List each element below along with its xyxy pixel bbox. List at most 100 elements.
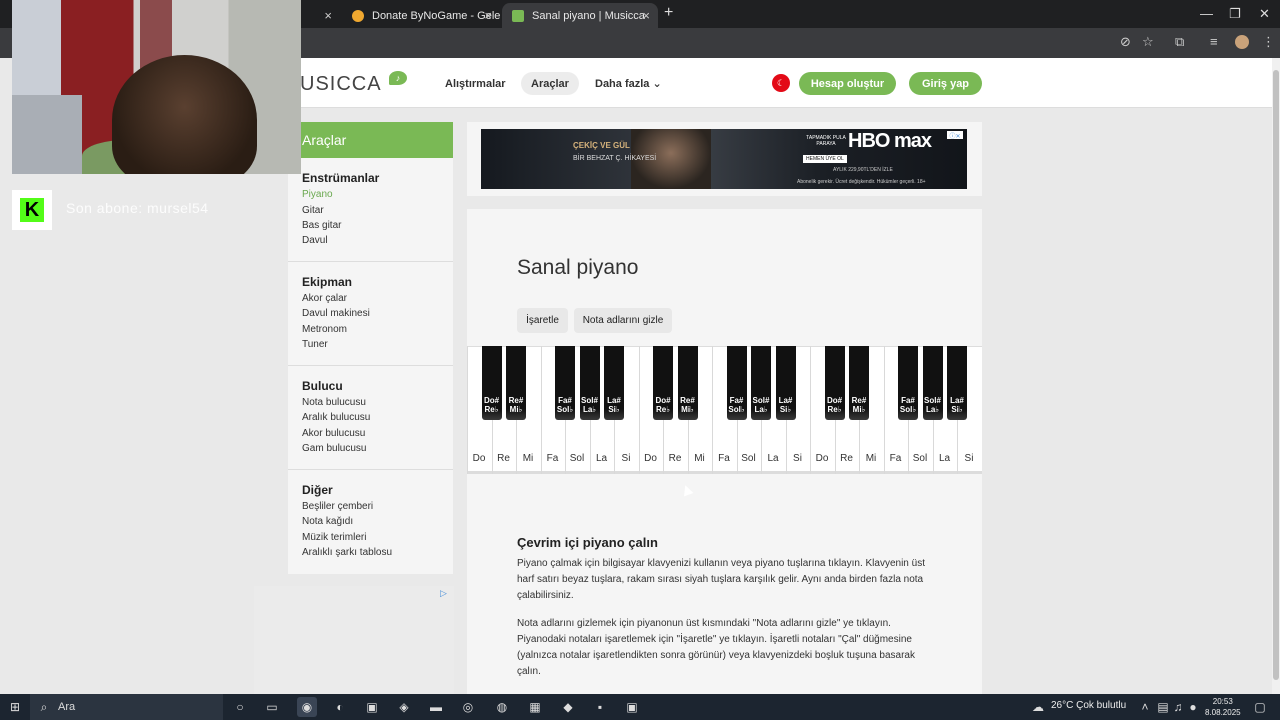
app-grid-icon[interactable]: ▦ bbox=[525, 697, 545, 717]
adchoices-icon[interactable]: ▷ bbox=[440, 588, 447, 599]
sidebar-item-bass[interactable]: Bas gitar bbox=[302, 220, 341, 231]
windows-start-icon[interactable]: ⊞ bbox=[5, 697, 25, 717]
sidebar-item-tuner[interactable]: Tuner bbox=[302, 339, 328, 350]
app-icon[interactable]: ◈ bbox=[394, 697, 414, 717]
sidebar-item-drums[interactable]: Davul bbox=[302, 235, 328, 246]
notifications-icon[interactable]: ▢ bbox=[1250, 697, 1270, 717]
black-key-label-flat: La♭ bbox=[582, 405, 597, 414]
more-menu-icon[interactable]: ⋮ bbox=[1262, 34, 1275, 50]
sidebar-item-interval-song-chart[interactable]: Aralıklı şarkı tablosu bbox=[302, 547, 392, 558]
browser-tab-hidden[interactable]: × bbox=[300, 3, 340, 28]
close-window-button[interactable]: ✕ bbox=[1259, 6, 1270, 22]
tab-title: Donate ByNoGame - Gelen/Gi bbox=[372, 9, 500, 22]
sidebar-item-staff-paper[interactable]: Nota kağıdı bbox=[302, 516, 353, 527]
black-key[interactable]: Sol# La♭ bbox=[922, 346, 943, 420]
ad-info-icon[interactable]: ⓘ✕ bbox=[947, 131, 963, 140]
black-key[interactable]: La# Si♭ bbox=[947, 346, 967, 420]
black-key-label-sharp: Fa# bbox=[729, 396, 744, 405]
nav-more[interactable]: Daha fazla ⌄ bbox=[585, 72, 672, 95]
login-button[interactable]: Giriş yap bbox=[909, 72, 982, 95]
sidebar-item-piano[interactable]: Piyano bbox=[302, 189, 333, 200]
file-explorer-icon[interactable]: ▬ bbox=[426, 697, 446, 717]
sidebar-item-chord-finder[interactable]: Akor bulucusu bbox=[302, 428, 365, 439]
app-icon[interactable]: ◆ bbox=[558, 697, 578, 717]
tab-close-icon[interactable]: × bbox=[642, 8, 650, 23]
taskbar-clock[interactable]: 20:53 8.08.2025 bbox=[1205, 696, 1241, 718]
white-key-label: La bbox=[938, 453, 951, 464]
black-key[interactable]: Do# Re♭ bbox=[824, 346, 845, 420]
sidebar-item-music-terms[interactable]: Müzik terimleri bbox=[302, 532, 366, 543]
sidebar-item-metronome[interactable]: Metronom bbox=[302, 324, 347, 335]
tab-close-icon[interactable]: × bbox=[324, 8, 332, 23]
latest-subscriber-label: Son abone: mursel54 bbox=[66, 200, 209, 216]
profile-avatar[interactable] bbox=[1235, 35, 1249, 49]
chrome-icon[interactable]: ◉ bbox=[297, 697, 317, 717]
sidebar-item-guitar[interactable]: Gitar bbox=[302, 205, 324, 216]
black-key[interactable]: Fa# Sol♭ bbox=[726, 346, 747, 420]
weather-cloud-icon[interactable]: ☁ bbox=[1028, 697, 1048, 717]
browser-tab-donate[interactable]: Donate ByNoGame - Gelen/Gi × bbox=[342, 3, 500, 28]
steam-icon[interactable]: ◎ bbox=[458, 697, 478, 717]
minimize-button[interactable]: — bbox=[1200, 6, 1213, 21]
left-ad-area bbox=[254, 586, 454, 694]
black-key[interactable]: Sol# La♭ bbox=[751, 346, 771, 420]
sidebar-item-drum-machine[interactable]: Davul makinesi bbox=[302, 308, 370, 319]
kick-logo: K bbox=[12, 190, 52, 230]
white-key-label: Sol bbox=[741, 453, 756, 464]
black-key[interactable]: Sol# La♭ bbox=[579, 346, 600, 420]
nav-exercises[interactable]: Alıştırmalar bbox=[435, 72, 516, 95]
white-key-label: La bbox=[767, 453, 779, 464]
sidebar-item-chord-player[interactable]: Akor çalar bbox=[302, 293, 347, 304]
hide-note-names-button[interactable]: Nota adlarını gizle bbox=[574, 308, 672, 333]
microphone-icon[interactable]: ● bbox=[1183, 697, 1203, 717]
black-key[interactable]: La# Si♭ bbox=[775, 346, 796, 420]
black-key-label-flat: Re♭ bbox=[656, 405, 670, 414]
site-logo[interactable]: USICCA bbox=[300, 73, 382, 96]
black-key[interactable]: La# Si♭ bbox=[604, 346, 624, 420]
weather-text[interactable]: 26°C Çok bulutlu bbox=[1051, 700, 1126, 711]
cortana-icon[interactable]: ○ bbox=[230, 697, 250, 717]
tab-close-icon[interactable]: × bbox=[484, 8, 492, 23]
white-key-label: Fa bbox=[718, 453, 730, 464]
obs-icon[interactable]: ◍ bbox=[492, 697, 512, 717]
black-key[interactable]: Fa# Sol♭ bbox=[898, 346, 918, 420]
sidebar-item-scale-finder[interactable]: Gam bulucusu bbox=[302, 443, 366, 454]
black-key[interactable]: Re# Mi♭ bbox=[506, 346, 526, 420]
scrollbar-thumb[interactable] bbox=[1273, 70, 1279, 680]
sidebar-item-note-finder[interactable]: Nota bulucusu bbox=[302, 397, 366, 408]
tracking-off-icon[interactable]: ⊘ bbox=[1120, 34, 1131, 50]
restore-button[interactable]: ❐ bbox=[1229, 6, 1241, 22]
discord-icon[interactable]: ◐ bbox=[330, 697, 350, 717]
white-key-label: Si bbox=[621, 453, 631, 464]
browser-tab-musicca[interactable]: Sanal piyano | Musicca × bbox=[502, 3, 658, 28]
epic-games-icon[interactable]: ▣ bbox=[362, 697, 382, 717]
taskbar-search-input[interactable]: Ara bbox=[30, 694, 223, 720]
logo-note-icon: ♪ bbox=[389, 71, 407, 85]
sidebar-divider bbox=[288, 365, 453, 366]
new-tab-button[interactable]: + bbox=[664, 4, 673, 22]
black-key[interactable]: Fa# Sol♭ bbox=[555, 346, 575, 420]
black-key[interactable]: Re# Mi♭ bbox=[849, 346, 869, 420]
turkish-flag-icon[interactable]: ☾ bbox=[772, 74, 790, 92]
black-key[interactable]: Do# Re♭ bbox=[481, 346, 502, 420]
extensions-icon[interactable]: ⧉ bbox=[1175, 34, 1184, 50]
black-key[interactable]: Re# Mi♭ bbox=[677, 346, 698, 420]
black-key-label-flat: Sol♭ bbox=[899, 405, 917, 414]
black-key-label-sharp: Do# bbox=[483, 396, 500, 405]
mark-button[interactable]: İşaretle bbox=[517, 308, 568, 333]
white-key-label: Mi bbox=[865, 453, 877, 464]
tray-chevron-icon[interactable]: ˄ bbox=[1135, 697, 1155, 717]
black-key-label-sharp: Fa# bbox=[901, 396, 915, 405]
white-key-label: Do bbox=[644, 453, 657, 464]
black-key[interactable]: Do# Re♭ bbox=[653, 346, 673, 420]
task-view-icon[interactable]: ▭ bbox=[262, 697, 282, 717]
sidebar-item-circle-of-fifths[interactable]: Beşliler çemberi bbox=[302, 501, 373, 512]
sidebar-item-interval-finder[interactable]: Aralık bulucusu bbox=[302, 412, 370, 423]
ad-banner[interactable]: ÇEKİÇ VE GÜL BİR BEHZAT Ç. HİKAYESİ TAPM… bbox=[481, 129, 967, 189]
nav-tools[interactable]: Araçlar bbox=[521, 72, 579, 95]
bookmark-star-icon[interactable]: ☆ bbox=[1142, 34, 1154, 50]
signup-button[interactable]: Hesap oluştur bbox=[799, 72, 896, 95]
epic-games-icon[interactable]: ▣ bbox=[622, 697, 642, 717]
premiere-pro-icon[interactable]: ▪ bbox=[590, 697, 610, 717]
media-controls-icon[interactable]: ≡ bbox=[1210, 34, 1218, 49]
